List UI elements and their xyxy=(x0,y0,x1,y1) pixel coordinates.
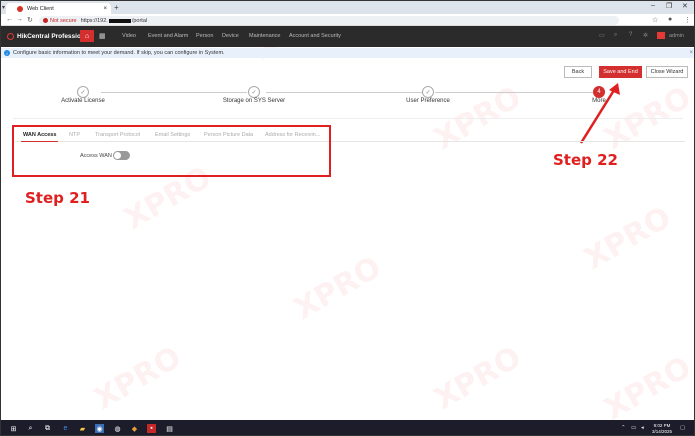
annotation-step-22: Step 22 xyxy=(553,151,618,169)
tab-list-icon[interactable]: ▾ xyxy=(2,4,5,11)
menu-maintenance[interactable]: Maintenance xyxy=(249,33,281,39)
watermark: XPRO xyxy=(88,339,188,418)
info-icon: i xyxy=(4,50,10,56)
app-icon[interactable]: ◍ xyxy=(113,424,122,433)
watermark: XPRO xyxy=(598,349,695,428)
step-label-storage: Storage on SYS Server xyxy=(222,98,286,104)
close-tab-icon[interactable]: × xyxy=(103,6,107,12)
help-icon[interactable]: ? xyxy=(629,32,632,38)
app-icon[interactable]: ◆ xyxy=(130,424,139,433)
app-header: HikCentral Professional ⌂ ▦ Video Event … xyxy=(1,26,694,47)
logo-icon xyxy=(7,33,14,40)
browser-tab-title: Web Client xyxy=(27,5,54,12)
windows-taskbar: ⊞ ⌕ ⧉ e ▰ ◉ ◍ ◆ ▪ ▤ ⌃ ▭ ◂ 9:02 PM 3/14/2… xyxy=(1,420,694,435)
grid-menu-icon[interactable]: ▦ xyxy=(99,32,106,40)
home-button[interactable]: ⌂ xyxy=(80,30,94,42)
screen: XPRO XPRO XPRO XPRO XPRO XPRO XPRO XPRO … xyxy=(0,0,695,436)
reload-icon[interactable]: ↻ xyxy=(27,16,33,24)
edge-icon[interactable]: e xyxy=(61,424,70,433)
browser-tab[interactable]: Web Client × xyxy=(6,3,111,14)
url-field[interactable]: Not secure https://192. /portal xyxy=(39,16,619,25)
new-tab-button[interactable]: + xyxy=(114,3,119,13)
tray-chevron-icon[interactable]: ⌃ xyxy=(621,425,626,431)
info-message: Configure basic information to meet your… xyxy=(13,50,225,56)
profile-icon[interactable]: ● xyxy=(668,16,672,23)
dismiss-info-icon[interactable]: × xyxy=(689,50,693,56)
file-explorer-icon[interactable]: ▰ xyxy=(78,424,87,433)
step-label-user-preference: User Preference xyxy=(406,98,450,104)
watermark: XPRO xyxy=(288,249,388,328)
bookmark-star-icon[interactable]: ☆ xyxy=(652,16,658,24)
clock-date: 3/14/2025 xyxy=(652,429,673,434)
not-secure-label: Not secure xyxy=(50,17,77,24)
app-icon[interactable]: ▤ xyxy=(165,424,174,433)
step-label-activate-license: Activate License xyxy=(61,98,105,104)
settings-icon[interactable]: ✲ xyxy=(643,32,648,39)
url-prefix: https://192. xyxy=(80,17,108,24)
minimize-button[interactable]: – xyxy=(651,2,655,9)
back-arrow-icon[interactable]: ← xyxy=(6,16,13,23)
annotation-highlight-box xyxy=(12,125,331,177)
step-connector xyxy=(266,92,423,93)
monitor-icon[interactable]: ▭ xyxy=(599,32,605,39)
menu-device[interactable]: Device xyxy=(222,33,239,39)
menu-video[interactable]: Video xyxy=(122,33,136,39)
step-3-done-icon: ✓ xyxy=(422,86,434,98)
save-and-end-button[interactable]: Save and End xyxy=(599,66,642,78)
menu-person[interactable]: Person xyxy=(196,33,213,39)
chrome-icon[interactable]: ◉ xyxy=(95,424,104,433)
hikcentral-icon[interactable]: ▪ xyxy=(147,424,156,433)
watermark: XPRO xyxy=(428,339,528,418)
search-icon[interactable]: ⌕ xyxy=(26,424,35,433)
redacted-block xyxy=(108,18,131,23)
home-icon: ⌂ xyxy=(84,32,90,40)
forward-arrow-icon[interactable]: → xyxy=(16,16,23,23)
menu-account-and-security[interactable]: Account and Security xyxy=(289,33,341,39)
system-clock[interactable]: 9:02 PM 3/14/2025 xyxy=(652,423,672,435)
step-1-done-icon: ✓ xyxy=(77,86,89,98)
step-2-done-icon: ✓ xyxy=(248,86,260,98)
annotation-step-21: Step 21 xyxy=(25,189,90,207)
notification-icon[interactable]: ▢ xyxy=(680,425,685,431)
watermark: XPRO xyxy=(578,199,678,278)
security-warning[interactable]: Not secure xyxy=(43,18,77,24)
close-window-button[interactable]: ✕ xyxy=(682,2,688,10)
step-connector xyxy=(435,92,593,93)
close-wizard-button[interactable]: Close Wizard xyxy=(646,66,688,78)
browser-tab-strip: ▾ Web Client × + – ❐ ✕ xyxy=(1,1,694,14)
user-icon[interactable] xyxy=(657,32,665,39)
address-bar-row: ← → ↻ Not secure https://192. /portal ☆ … xyxy=(1,14,694,26)
info-bar: i Configure basic information to meet yo… xyxy=(1,48,694,58)
network-icon[interactable]: ▭ xyxy=(631,425,636,431)
favicon-icon xyxy=(17,5,23,12)
admin-user[interactable]: admin xyxy=(669,33,684,39)
url-suffix: /portal xyxy=(131,17,148,24)
more-menu-icon[interactable]: ⋮ xyxy=(684,16,691,24)
app-logo: HikCentral Professional xyxy=(7,33,90,40)
step-connector xyxy=(101,92,247,93)
volume-icon[interactable]: ◂ xyxy=(641,425,644,431)
task-view-icon[interactable]: ⧉ xyxy=(43,424,52,433)
menu-event-and-alarm[interactable]: Event and Alarm xyxy=(148,33,188,39)
back-button[interactable]: Back xyxy=(564,66,592,78)
search-icon[interactable]: ⌕ xyxy=(614,32,617,39)
maximize-button[interactable]: ❐ xyxy=(666,2,672,10)
windows-start-icon[interactable]: ⊞ xyxy=(9,424,18,433)
warning-icon xyxy=(43,18,48,23)
